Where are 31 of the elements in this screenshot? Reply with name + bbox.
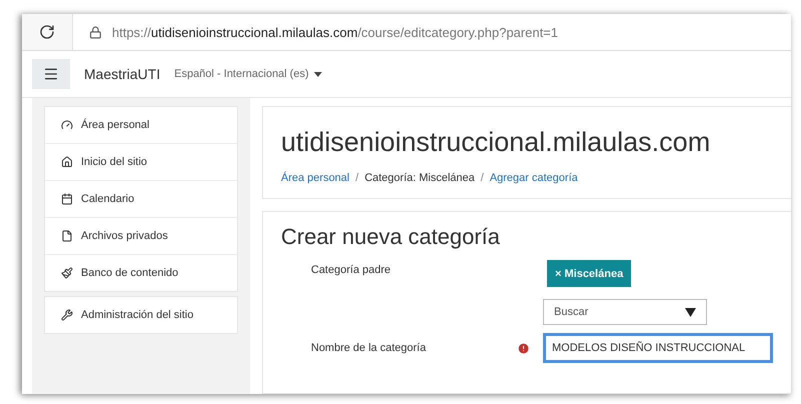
site-name[interactable]: MaestriaUTI bbox=[84, 66, 160, 82]
form-title: Crear nueva categoría bbox=[281, 224, 501, 250]
wrench-icon bbox=[61, 309, 73, 321]
breadcrumb-link[interactable]: Área personal bbox=[281, 172, 350, 184]
calendar-icon bbox=[61, 193, 73, 205]
search-select[interactable]: Buscar bbox=[543, 299, 707, 325]
language-menu[interactable]: Español - Internacional (es) bbox=[174, 68, 322, 80]
paintbrush-icon bbox=[61, 267, 73, 279]
input-field[interactable]: MODELOS DISEÑO INSTRUCCIONAL bbox=[543, 333, 773, 363]
current-category-text: Categoría: Miscelánea bbox=[364, 172, 475, 184]
page-title: utidisenioinstruccional.milaulas.com bbox=[281, 127, 712, 158]
gauge-icon bbox=[61, 119, 73, 131]
sidebar-item[interactable]: Calendario bbox=[45, 180, 237, 217]
selected-category-tag[interactable]: × Miscelánea bbox=[547, 260, 632, 287]
breadcrumb-separator: / bbox=[356, 172, 359, 184]
field-label: Categoría padre bbox=[310, 263, 392, 276]
file-icon bbox=[61, 230, 73, 242]
breadcrumb-link[interactable]: Agregar categoría bbox=[490, 172, 578, 184]
menu-icon bbox=[43, 66, 59, 82]
menu-button[interactable] bbox=[32, 59, 70, 89]
sidebar-item[interactable]: Banco de contenido bbox=[45, 254, 237, 291]
caret-icon bbox=[314, 72, 322, 76]
sidebar-item[interactable]: Área personal bbox=[45, 107, 237, 143]
breadcrumb-separator: / bbox=[480, 172, 484, 184]
sidebar-item[interactable]: Inicio del sitio bbox=[45, 143, 237, 180]
dropdown-arrow-icon bbox=[685, 308, 696, 316]
lock-icon bbox=[89, 26, 102, 38]
home-icon bbox=[61, 156, 73, 168]
sidebar-item[interactable]: Administración del sitio bbox=[45, 297, 237, 333]
field-label: Nombre de la categoría bbox=[310, 341, 427, 354]
sidebar-item[interactable]: Archivos privados bbox=[45, 217, 237, 254]
